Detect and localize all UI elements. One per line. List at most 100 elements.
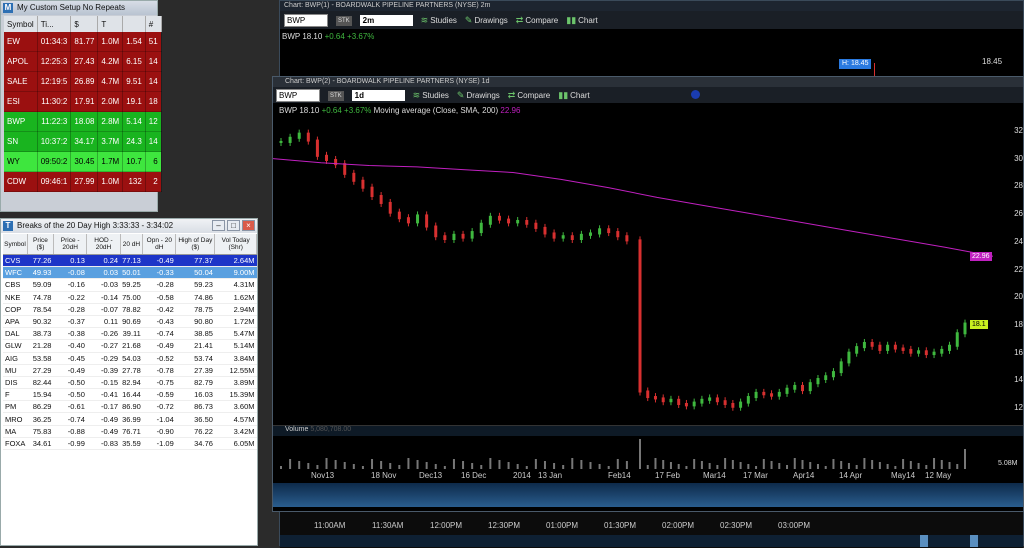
- scan-cell: -0.07: [86, 303, 121, 316]
- candle: [862, 341, 866, 349]
- studies-button[interactable]: ≋ Studies: [413, 90, 449, 101]
- chart-front-titlebar[interactable]: Chart: BWP(2) - BOARDWALK PIPELINE PARTN…: [273, 77, 1023, 87]
- date-tick-label: Feb14: [608, 471, 631, 480]
- candle: [434, 225, 438, 238]
- chart-button[interactable]: ▮▮ Chart: [566, 15, 597, 26]
- scan-cell: -0.61: [53, 400, 87, 414]
- studies-button[interactable]: ≋ Studies: [421, 15, 457, 26]
- volume-bar: [700, 461, 703, 469]
- candle: [963, 322, 967, 335]
- close-button[interactable]: ×: [242, 220, 255, 231]
- scan-cell: 74.78: [27, 291, 54, 304]
- watchlist-row[interactable]: SALE 12:19:5 26.89 4.7M 9.51 14: [4, 71, 162, 92]
- scan-cell: -0.59: [142, 388, 176, 402]
- period-select[interactable]: 2m: [359, 15, 413, 26]
- candle: [343, 163, 347, 175]
- scan-row[interactable]: MU 27.29 -0.49 -0.39 27.78 -0.78 27.39 12.55M: [3, 364, 257, 377]
- scan-row[interactable]: APA 90.32 -0.37 0.11 90.69 -0.43 90.80 1.72M: [3, 315, 257, 329]
- scan-row[interactable]: FOXA 34.61 -0.99 -0.83 35.59 -1.09 34.76 6.05M: [3, 437, 257, 451]
- scan-col-header[interactable]: Vol Today (Shr): [214, 234, 257, 255]
- compare-button[interactable]: ⇄ Compare: [508, 90, 550, 101]
- watchlist-row[interactable]: SN 10:37:2 34.17 3.7M 24.3 14: [4, 131, 162, 152]
- compare-icon: ⇄: [507, 90, 516, 100]
- watchlist-row[interactable]: WY 09:50:2 30.45 1.7M 10.7 6: [4, 151, 162, 172]
- scan-cell: 21.41: [175, 339, 215, 353]
- scan-cell: CBS: [3, 278, 28, 292]
- scan-cell: NKE: [3, 291, 28, 304]
- period-select[interactable]: 1d: [351, 90, 405, 101]
- chart-button[interactable]: ▮▮ Chart: [558, 90, 589, 101]
- watchlist-row[interactable]: BWP 11:22:3 18.08 2.8M 5.14 12: [4, 111, 162, 132]
- compare-label: Compare: [525, 16, 559, 25]
- scan-cell: 36.99: [120, 412, 143, 426]
- chart-back-titlebar[interactable]: Chart: BWP(1) - BOARDWALK PIPELINE PARTN…: [280, 1, 1023, 11]
- scan-cell: 53.74: [175, 352, 215, 365]
- scan-row[interactable]: WFC 49.93 -0.08 0.03 50.01 -0.33 50.04 9.00M: [3, 266, 257, 280]
- watchlist-row[interactable]: APOL 12:25:3 27.43 4.2M 6.15 14: [4, 51, 162, 72]
- scan-row[interactable]: GLW 21.28 -0.40 -0.27 21.68 -0.49 21.41 5.14M: [3, 339, 257, 353]
- watchlist-row[interactable]: EW 01:34:3 81.77 1.0M 1.54 51: [4, 32, 162, 52]
- volume-bar: [625, 461, 628, 469]
- scan-col-header[interactable]: High of Day ($): [175, 234, 216, 255]
- volume-bar: [770, 461, 773, 469]
- scan-cell: -0.26: [86, 327, 121, 341]
- volume-bar: [498, 460, 501, 469]
- symbol-input[interactable]: BWP: [276, 89, 320, 102]
- scan-row[interactable]: MA 75.83 -0.88 -0.49 76.71 -0.90 76.22 3.42M: [3, 425, 257, 438]
- drawings-label: Drawings: [466, 91, 500, 100]
- scan-row[interactable]: NKE 74.78 -0.22 -0.14 75.00 -0.58 74.86 1.62M: [3, 291, 257, 304]
- candle: [886, 344, 890, 351]
- scan-titlebar[interactable]: T Breaks of the 20 Day High 3:33:33 - 3:…: [1, 219, 257, 233]
- scan-cell: 5.47M: [214, 327, 257, 341]
- drawings-button[interactable]: ✎ Drawings: [465, 15, 508, 26]
- scan-row[interactable]: COP 78.54 -0.28 -0.07 78.82 -0.42 78.75 2.94M: [3, 303, 257, 316]
- compare-button[interactable]: ⇄ Compare: [516, 15, 558, 26]
- candle: [855, 346, 859, 354]
- volume-bar: [553, 463, 556, 469]
- watchlist-col-header[interactable]: $: [70, 16, 99, 32]
- scan-col-header[interactable]: Price ($): [27, 234, 54, 255]
- volume-bar: [452, 459, 455, 469]
- symbol-input[interactable]: BWP: [284, 14, 328, 27]
- scan-row[interactable]: AIG 53.58 -0.45 -0.29 54.03 -0.52 53.74 3.84M: [3, 352, 257, 365]
- scan-cell: 2.64M: [214, 254, 257, 268]
- scan-row[interactable]: PM 86.29 -0.61 -0.17 86.90 -0.72 86.73 3.60M: [3, 400, 257, 414]
- volume-bar: [824, 466, 827, 469]
- scan-col-header[interactable]: Opn - 20 dH: [142, 234, 177, 255]
- scan-row[interactable]: DIS 82.44 -0.50 -0.15 82.94 -0.75 82.79 3.89M: [3, 376, 257, 390]
- watchlist-col-header[interactable]: [122, 16, 146, 32]
- volume-bar: [832, 459, 835, 469]
- watchlist-col-header[interactable]: Symbol: [4, 16, 38, 32]
- watchlist-row[interactable]: ESI 11:30:2 17.91 2.0M 19.1 18: [4, 91, 162, 112]
- scan-col-header[interactable]: Symbol: [3, 234, 28, 255]
- candle: [507, 218, 511, 224]
- price-chart[interactable]: [273, 117, 993, 422]
- maximize-button[interactable]: □: [227, 220, 240, 231]
- volume-bar: [739, 462, 742, 469]
- scan-row[interactable]: DAL 38.73 -0.38 -0.26 39.11 -0.74 38.85 5.47M: [3, 327, 257, 341]
- watchlist-col-header[interactable]: #: [145, 16, 162, 32]
- scan-col-header[interactable]: HOD - 20dH: [86, 234, 121, 255]
- scan-col-header[interactable]: 20 dH: [120, 234, 144, 255]
- scan-row[interactable]: CVS 77.26 0.13 0.24 77.13 -0.49 77.37 2.64M: [3, 254, 257, 268]
- chart-label: Chart: [578, 16, 598, 25]
- candle: [932, 351, 936, 356]
- overview-navigator[interactable]: [273, 483, 1023, 507]
- moving-average-line: [273, 158, 993, 257]
- watchlist-cell-price: 27.43: [70, 51, 99, 72]
- volume-bar: [724, 458, 727, 469]
- date-tick-label: 2014: [513, 471, 531, 480]
- scan-row[interactable]: MRO 36.25 -0.74 -0.49 36.99 -1.04 36.50 4.57M: [3, 412, 257, 426]
- scan-col-header[interactable]: Price - 20dH: [53, 234, 88, 255]
- watchlist-col-header[interactable]: Ti...: [37, 16, 72, 32]
- watchlist-titlebar[interactable]: M My Custom Setup No Repeats: [1, 1, 157, 15]
- watchlist-row[interactable]: CDW 09:46:1 27.99 1.0M 132 2: [4, 171, 162, 192]
- candle: [785, 387, 789, 394]
- scan-row[interactable]: CBS 59.09 -0.16 -0.03 59.25 -0.28 59.23 4.31M: [3, 278, 257, 292]
- watchlist-col-header[interactable]: T: [97, 16, 124, 32]
- scan-row[interactable]: F 15.94 -0.50 -0.41 16.44 -0.59 16.03 15.39M: [3, 388, 257, 402]
- scan-cell: 53.58: [27, 352, 54, 365]
- minimize-button[interactable]: –: [212, 220, 225, 231]
- drawings-button[interactable]: ✎ Drawings: [457, 90, 500, 101]
- candle: [488, 215, 492, 225]
